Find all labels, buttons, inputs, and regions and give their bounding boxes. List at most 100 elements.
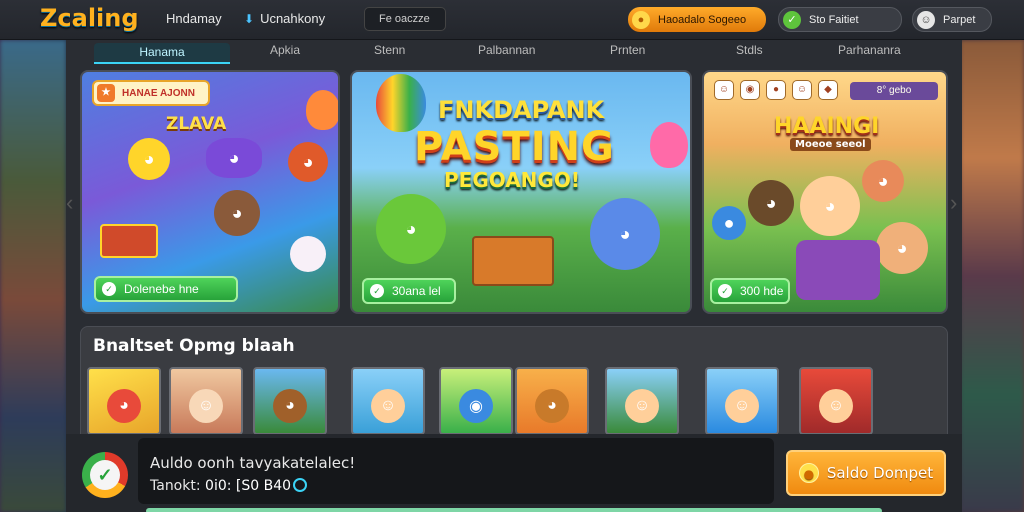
nav-link-second-label: Ucnahkony <box>260 11 326 26</box>
tab-home[interactable]: Hanama <box>94 43 230 64</box>
boy-icon: ☺ <box>371 389 405 423</box>
balance-message: Auldo oonh tavyakatelalec! <box>150 454 356 472</box>
coin-icon: ● <box>632 10 650 29</box>
chevron-left-icon[interactable]: ‹ <box>66 190 73 216</box>
search-input[interactable]: Fe oaczze <box>364 7 446 31</box>
coin-icon: ● <box>798 463 819 483</box>
wallet-icon[interactable]: ✓ <box>82 452 128 498</box>
rooster-icon: ◕ <box>107 389 141 423</box>
chevron-right-icon[interactable]: › <box>950 190 957 216</box>
surfer-icon: ☺ <box>725 389 759 423</box>
bottom-bar: ✓ Auldo oonh tavyakatelalec! Tanokt: 0i0… <box>66 434 962 512</box>
card-heading-sub: Moeoe seeol <box>790 138 871 151</box>
profile-pill[interactable]: ☺ Parpet <box>912 7 992 32</box>
game-card-2[interactable]: FNKDAPANK PASTING PEGOANGO! ◕ ◕ ✓ 30ana … <box>350 70 692 314</box>
card-2-button-label: 30ana lel <box>392 284 441 298</box>
game-thumbnail[interactable]: ◕ <box>515 367 589 435</box>
card-heading: ZLAVA <box>166 114 227 134</box>
balance-value: 0i0: [S0 B40 <box>205 478 292 494</box>
arrow-down-icon: ⬇ <box>244 12 255 26</box>
tab-bar: Hanama Apkia Stenn Palbannan Prnten Stdl… <box>66 40 962 64</box>
fox-character-icon: ◕ <box>214 190 260 236</box>
game-thumbnail[interactable]: ☺ <box>169 367 243 435</box>
app-logo[interactable]: Zcaling <box>40 4 139 32</box>
kid-character-icon: ◕ <box>748 180 794 226</box>
tab-3[interactable]: Stenn <box>374 43 405 57</box>
purple-shirt-icon <box>796 240 880 300</box>
card-heading-main: PASTING <box>414 124 615 170</box>
card-1-button-label: Dolenebe hne <box>124 282 199 296</box>
card-1-button[interactable]: ✓ Dolenebe hne <box>94 276 238 302</box>
background-right <box>960 40 1024 512</box>
profile-pill-label: Parpet <box>943 13 976 26</box>
game-thumbnail[interactable]: ◕ <box>87 367 161 435</box>
check-icon: ✓ <box>90 460 120 490</box>
balance-panel: Auldo oonh tavyakatelalec! Tanokt: 0i0: … <box>138 438 774 504</box>
tab-5[interactable]: Prnten <box>610 43 645 57</box>
mini-game-icon: ◆ <box>818 80 838 100</box>
hero-icon: ☺ <box>819 389 853 423</box>
game-thumbnail[interactable]: ◉ <box>439 367 513 435</box>
logo-text: Zcaling <box>40 4 139 32</box>
gift-box-icon <box>100 224 158 258</box>
card-3-button[interactable]: ✓ 300 hde <box>710 278 790 304</box>
promo-pill[interactable]: ● Haoadalo Sogeeo <box>628 7 766 32</box>
card-heading-sub: PEGOANGO! <box>444 168 580 192</box>
mini-game-icon: ◉ <box>740 80 760 100</box>
kid-icon: ☺ <box>625 389 659 423</box>
promo-pill-label: Haoadalo Sogeeo <box>658 13 747 26</box>
mini-game-icon: ● <box>766 80 786 100</box>
game-thumbnail[interactable]: ☺ <box>799 367 873 435</box>
green-frog-icon: ◕ <box>376 194 446 264</box>
saldo-dompet-button[interactable]: ● Saldo Dompet <box>786 450 946 496</box>
thumbnail-row: ◕ ☺ ◕ ☺ ◉ ◕ ☺ ☺ ☺ <box>87 367 947 437</box>
balloon-icon <box>650 122 688 168</box>
tab-4[interactable]: Palbannan <box>478 43 535 57</box>
bear-icon: ◕ <box>273 389 307 423</box>
nav-link-second[interactable]: ⬇ Ucnahkony <box>244 11 325 26</box>
star-icon: ★ <box>97 84 115 102</box>
balloon-icon <box>306 90 338 130</box>
card-2-button[interactable]: ✓ 30ana lel <box>362 278 456 304</box>
tab-2[interactable]: Apkia <box>270 43 300 57</box>
game-thumbnail[interactable]: ☺ <box>351 367 425 435</box>
game-thumbnail[interactable]: ☺ <box>705 367 779 435</box>
treasure-box-icon <box>472 236 554 286</box>
status-pill[interactable]: ✓ Sto Faitiet <box>778 7 902 32</box>
blue-bear-icon: ◕ <box>590 198 660 270</box>
card-3-button-label: 300 hde <box>740 284 784 298</box>
girl-character-icon: ◕ <box>862 160 904 202</box>
mini-game-icon: ☺ <box>714 80 734 100</box>
card-heading-top: FNKDAPANK <box>438 96 605 124</box>
robot-icon: ◉ <box>459 389 493 423</box>
status-pill-label: Sto Faitiet <box>809 13 859 26</box>
game-thumbnail[interactable]: ◕ <box>253 367 327 435</box>
balance-line: Tanokt: 0i0: [S0 B40 <box>150 478 308 494</box>
check-icon: ✓ <box>718 284 732 298</box>
tab-6[interactable]: Stdls <box>736 43 763 57</box>
yellow-bird-icon: ◕ <box>128 138 170 180</box>
background-left <box>0 40 66 512</box>
purple-monster-icon: ◕ <box>206 138 262 178</box>
mini-icon-row: ☺ ◉ ● ☺ ◆ <box>714 80 838 100</box>
game-card-3[interactable]: ☺ ◉ ● ☺ ◆ 8° gebo HAAINGI Moeoe seeol ◕ … <box>702 70 948 314</box>
check-icon: ✓ <box>370 284 384 298</box>
game-thumbnail[interactable]: ☺ <box>605 367 679 435</box>
boy-character-icon: ◕ <box>876 222 928 274</box>
tab-7[interactable]: Parhananra <box>838 43 901 57</box>
girl-icon: ☺ <box>189 389 223 423</box>
boy-character-icon: ◕ <box>800 176 860 236</box>
check-icon: ✓ <box>102 282 116 296</box>
game-card-1[interactable]: ★ HANAE AJONN ZLAVA ◕ ◕ ◕ ◕ ✓ Dolenebe h… <box>80 70 340 314</box>
card-badge-label: HANAE AJONN <box>122 88 195 99</box>
nav-link-home[interactable]: Hndamay <box>166 11 222 26</box>
gift-icon: ✓ <box>783 10 801 29</box>
blue-critter-icon: ● <box>712 206 746 240</box>
card-3-pill: 8° gebo <box>850 82 938 100</box>
top-bar: Zcaling Hndamay ⬇ Ucnahkony Fe oaczze ● H… <box>0 0 1024 40</box>
section-title: Bnaltset Opmg blaah <box>93 336 295 356</box>
orange-monster-icon: ◕ <box>288 142 328 182</box>
coin-icon <box>293 478 308 492</box>
lion-icon: ◕ <box>535 389 569 423</box>
card-heading-main: HAAINGI <box>774 114 880 139</box>
